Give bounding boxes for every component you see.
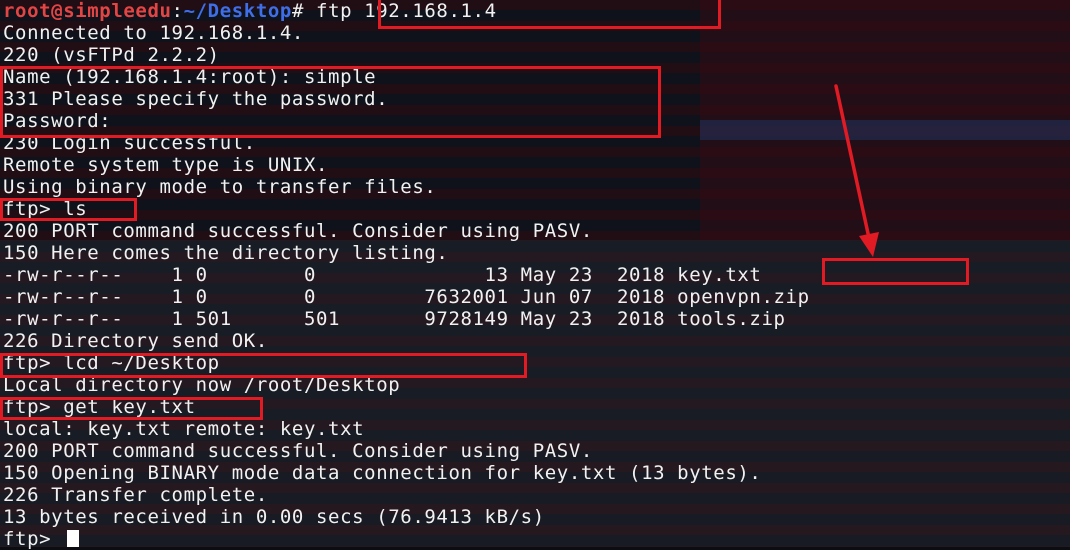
red-arrow-icon	[834, 84, 879, 257]
